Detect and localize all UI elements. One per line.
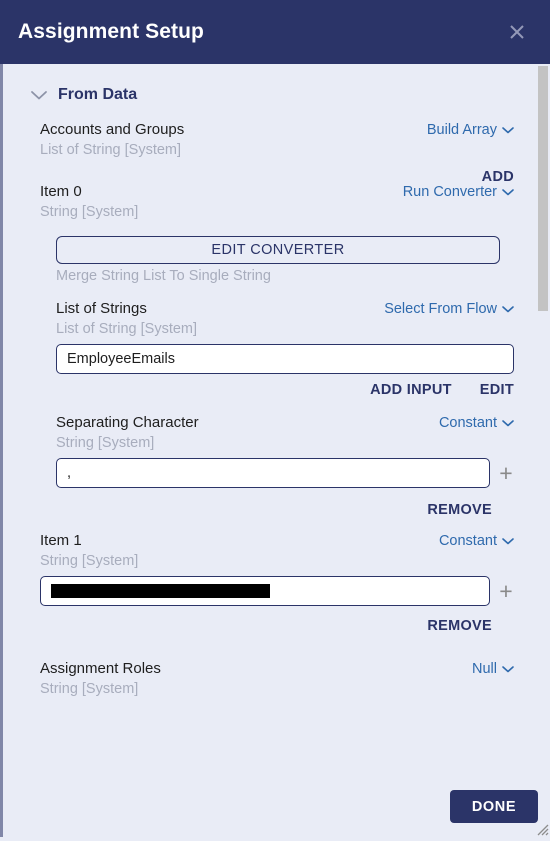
item-1-mapping-value: Constant [438, 533, 497, 549]
add-button[interactable]: ADD [482, 169, 514, 185]
assignment-roles-mapping-value: Null [472, 661, 497, 677]
converter-name: Merge String List To Single String [56, 268, 271, 284]
edit-converter-button[interactable]: EDIT CONVERTER [56, 236, 500, 264]
converter-block: EDIT CONVERTER Merge String List To Sing… [0, 236, 536, 284]
section-title: From Data [58, 86, 138, 103]
field-item-1: Item 1 Constant String [System] + REMOVE [0, 532, 536, 634]
chevron-down-icon [502, 665, 514, 673]
chevron-down-icon [502, 305, 514, 313]
list-of-strings-value: EmployeeEmails [67, 351, 175, 367]
field-separating-character: Separating Character Constant String [Sy… [0, 414, 536, 518]
field-list-of-strings: List of Strings Select From Flow List of… [0, 300, 536, 398]
field-item-0: Item 0 Run Converter String [System] [0, 183, 536, 220]
item-0-label: Item 0 [40, 183, 82, 200]
separating-character-value: , [67, 465, 72, 481]
plus-icon[interactable]: + [498, 579, 514, 603]
separating-character-type: String [System] [56, 435, 155, 451]
field-assignment-roles: Assignment Roles Null String [System] [0, 660, 536, 697]
item-0-mapping-select[interactable]: Run Converter [403, 184, 514, 200]
scrollbar-thumb[interactable] [538, 66, 548, 311]
separating-character-input[interactable]: , [56, 458, 490, 488]
separating-character-label: Separating Character [56, 414, 199, 431]
assignment-roles-mapping-select[interactable]: Null [472, 661, 514, 677]
accounts-and-groups-mapping-select[interactable]: Build Array [427, 122, 514, 138]
remove-button[interactable]: REMOVE [427, 618, 492, 634]
dialog-body: From Data Accounts and Groups Build Arra… [0, 64, 550, 837]
item-1-input[interactable] [40, 576, 490, 606]
add-input-button[interactable]: ADD INPUT [370, 382, 452, 398]
chevron-down-icon [502, 126, 514, 134]
item-0-mapping-value: Run Converter [402, 184, 497, 200]
list-of-strings-input[interactable]: EmployeeEmails [56, 344, 514, 374]
chevron-down-icon [502, 419, 514, 427]
list-of-strings-mapping-select[interactable]: Select From Flow [384, 301, 514, 317]
chevron-down-icon [502, 537, 514, 545]
resize-grip-icon[interactable] [533, 820, 549, 836]
chevron-down-icon [502, 188, 514, 196]
list-of-strings-type: List of String [System] [56, 321, 198, 337]
separating-character-mapping-select[interactable]: Constant [439, 415, 514, 431]
done-button[interactable]: DONE [450, 790, 538, 823]
close-button[interactable] [502, 17, 532, 47]
edit-button[interactable]: EDIT [480, 382, 514, 398]
assignment-roles-label: Assignment Roles [40, 660, 161, 677]
separating-character-mapping-value: Constant [438, 415, 497, 431]
chevron-down-icon [30, 89, 48, 101]
dialog-titlebar: Assignment Setup [0, 0, 550, 64]
item-1-label: Item 1 [40, 532, 82, 549]
accounts-and-groups-mapping-value: Build Array [426, 122, 497, 138]
dialog-title: Assignment Setup [18, 20, 204, 43]
assignment-roles-type: String [System] [40, 681, 139, 697]
list-of-strings-label: List of Strings [56, 300, 147, 317]
form-scroll-content: From Data Accounts and Groups Build Arra… [0, 64, 536, 837]
close-icon [507, 22, 527, 42]
redacted-value-bar [51, 584, 270, 598]
remove-button[interactable]: REMOVE [427, 502, 492, 518]
item-1-type: String [System] [40, 553, 139, 569]
item-1-mapping-select[interactable]: Constant [439, 533, 514, 549]
accounts-and-groups-type: List of String [System] [40, 142, 182, 158]
field-accounts-and-groups: Accounts and Groups Build Array List of … [0, 121, 536, 185]
accounts-and-groups-label: Accounts and Groups [40, 121, 185, 138]
section-from-data[interactable]: From Data [0, 64, 536, 104]
item-0-type: String [System] [40, 204, 139, 220]
list-of-strings-mapping-value: Select From Flow [384, 301, 497, 317]
vertical-scrollbar[interactable] [536, 64, 550, 837]
plus-icon[interactable]: + [498, 461, 514, 485]
